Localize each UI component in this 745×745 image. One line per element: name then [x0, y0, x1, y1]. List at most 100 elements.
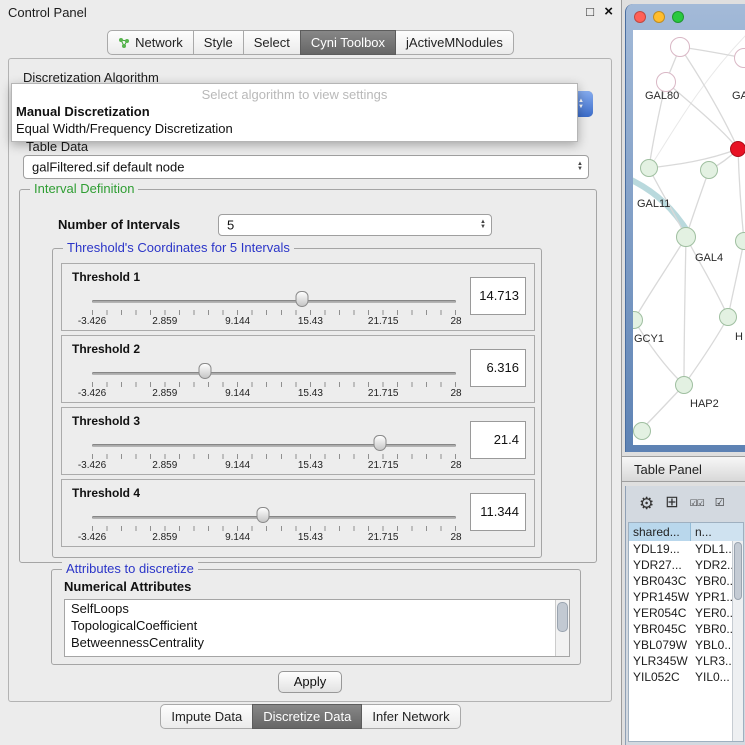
table-row[interactable]: YIL052CYIL0... [629, 669, 743, 685]
slider-ticks [92, 454, 456, 459]
slider-thumb[interactable] [373, 435, 386, 451]
table-row[interactable]: YDL19...YDL1... [629, 541, 743, 557]
tab-label: Network [135, 35, 183, 50]
dropdown-option-manual-discretization[interactable]: Manual Discretization [12, 103, 577, 120]
slider-track[interactable] [92, 516, 456, 519]
float-window-icon[interactable]: □ [586, 4, 594, 19]
slider-ticks [92, 382, 456, 387]
combobox-arrows-icon: ▲▼ [577, 162, 583, 172]
network-node[interactable] [670, 37, 690, 57]
table-row[interactable]: YER054CYER0... [629, 605, 743, 621]
table-data-combobox[interactable]: galFiltered.sif default node ▲▼ [23, 155, 589, 179]
node-label: GAL80 [645, 90, 679, 102]
node-label: GAL11 [637, 198, 670, 210]
network-node[interactable] [640, 159, 658, 177]
network-canvas[interactable]: GAL80 GA GAL11 GAL4 GCY1 H HAP2 [633, 30, 745, 445]
tab-select[interactable]: Select [243, 30, 301, 55]
threshold-slider[interactable]: -3.4262.8599.14415.4321.71528 [92, 506, 456, 546]
slider-track[interactable] [92, 300, 456, 303]
slider-track[interactable] [92, 372, 456, 375]
tab-label: Impute Data [171, 709, 242, 724]
thresholds-group-title: Threshold's Coordinates for 5 Intervals [63, 240, 294, 255]
slider-thumb[interactable] [257, 507, 270, 523]
scrollbar-thumb[interactable] [557, 602, 568, 632]
table-row[interactable]: YPR145WYPR1... [629, 589, 743, 605]
tab-impute-data[interactable]: Impute Data [160, 704, 253, 729]
column-header-shared[interactable]: shared... [629, 523, 691, 541]
tab-network[interactable]: Network [107, 30, 194, 55]
table-row[interactable]: YBL079WYBL0... [629, 637, 743, 653]
network-node[interactable] [719, 308, 737, 326]
threshold-value-field[interactable]: 6.316 [470, 349, 526, 387]
threshold-slider[interactable]: -3.4262.8599.14415.4321.71528 [92, 362, 456, 402]
table-panel-title: Table Panel [634, 462, 702, 477]
close-icon[interactable]: × [604, 3, 613, 20]
tab-label: Discretize Data [263, 709, 351, 724]
number-of-intervals-combobox[interactable]: 5 ▲▼ [218, 214, 492, 236]
numerical-attributes-list[interactable]: SelfLoops TopologicalCoefficient Between… [64, 599, 570, 657]
control-panel-titlebar: Control Panel □ × [0, 0, 621, 26]
threshold-value-field[interactable]: 11.344 [470, 493, 526, 531]
network-node[interactable] [700, 161, 718, 179]
threshold-slider[interactable]: -3.4262.8599.14415.4321.71528 [92, 290, 456, 330]
tab-infer-network[interactable]: Infer Network [361, 704, 460, 729]
screen: Control Panel □ × Network Style Select C… [0, 0, 745, 745]
tab-jactivemnodules[interactable]: jActiveMNodules [395, 30, 514, 55]
list-item[interactable]: TopologicalCoefficient [65, 617, 569, 634]
columns-icon[interactable]: ⊞ [665, 495, 678, 511]
slider-thumb[interactable] [198, 363, 211, 379]
attributes-group-title: Attributes to discretize [62, 561, 198, 576]
tab-cyni-toolbox[interactable]: Cyni Toolbox [300, 30, 396, 55]
tab-discretize-data[interactable]: Discretize Data [252, 704, 362, 729]
slider-track[interactable] [92, 444, 456, 447]
apply-button[interactable]: Apply [278, 671, 342, 693]
tab-style[interactable]: Style [193, 30, 244, 55]
node-attribute-table: shared... n... YDL19...YDL1... YDR27...Y… [628, 522, 744, 742]
window-title: Control Panel [8, 5, 87, 20]
algorithm-dropdown-popup: Select algorithm to view settings Manual… [11, 83, 578, 142]
list-item[interactable]: BetweennessCentrality [65, 634, 569, 651]
slider-ticks [92, 310, 456, 315]
table-row[interactable]: YDR27...YDR2... [629, 557, 743, 573]
network-view-window: GAL80 GA GAL11 GAL4 GCY1 H HAP2 [625, 4, 745, 452]
threshold-value-field[interactable]: 21.4 [470, 421, 526, 459]
number-of-intervals-value: 5 [227, 218, 234, 233]
select-all-columns-icon[interactable]: ☑☑ [690, 499, 704, 508]
interval-definition-title: Interval Definition [30, 181, 138, 196]
tab-label: Style [204, 35, 233, 50]
interval-definition-group: Interval Definition Number of Intervals … [19, 189, 597, 563]
table-row[interactable]: YLR345WYLR3... [629, 653, 743, 669]
node-label: GAL4 [695, 252, 723, 264]
node-label: H [735, 331, 743, 343]
scrollbar-thumb[interactable] [734, 542, 742, 600]
threshold-4-panel: Threshold 4 11.344 -3.4262.8599.14415.43… [61, 479, 535, 547]
minimize-traffic-light-icon[interactable] [653, 11, 665, 23]
table-row[interactable]: YBR045CYBR0... [629, 621, 743, 637]
network-node[interactable] [633, 422, 651, 440]
zoom-traffic-light-icon[interactable] [672, 11, 684, 23]
threshold-value-field[interactable]: 14.713 [470, 277, 526, 315]
dropdown-option-equal-width[interactable]: Equal Width/Frequency Discretization [12, 120, 577, 137]
network-node[interactable] [675, 376, 693, 394]
list-item[interactable]: SelfLoops [65, 600, 569, 617]
list-scrollbar[interactable] [555, 600, 569, 656]
slider-scale: -3.4262.8599.14415.4321.71528 [92, 532, 456, 544]
cyni-toolbox-panel: Discretization Algorithm ▲▼ Select algor… [8, 58, 612, 702]
threshold-label: Threshold 2 [72, 342, 140, 356]
network-node[interactable] [676, 227, 696, 247]
network-node-selected[interactable] [730, 141, 745, 157]
select-column-icon[interactable]: ☑ [715, 498, 725, 509]
threshold-3-panel: Threshold 3 21.4 -3.4262.8599.14415.4321… [61, 407, 535, 475]
close-traffic-light-icon[interactable] [634, 11, 646, 23]
threshold-2-panel: Threshold 2 6.316 -3.4262.8599.14415.432… [61, 335, 535, 403]
thresholds-group: Threshold's Coordinates for 5 Intervals … [52, 248, 542, 558]
table-scrollbar[interactable] [732, 541, 743, 741]
gear-icon[interactable]: ⚙ [639, 495, 654, 512]
threshold-slider[interactable]: -3.4262.8599.14415.4321.71528 [92, 434, 456, 474]
network-node[interactable] [656, 72, 676, 92]
table-panel-window: ⚙ ⊞ ☑☑ ☑ shared... n... YDL19...YDL1... … [625, 486, 745, 745]
window-traffic-lights [634, 11, 684, 23]
slider-thumb[interactable] [296, 291, 309, 307]
table-row[interactable]: YBR043CYBR0... [629, 573, 743, 589]
column-header-name[interactable]: n... [691, 523, 743, 541]
